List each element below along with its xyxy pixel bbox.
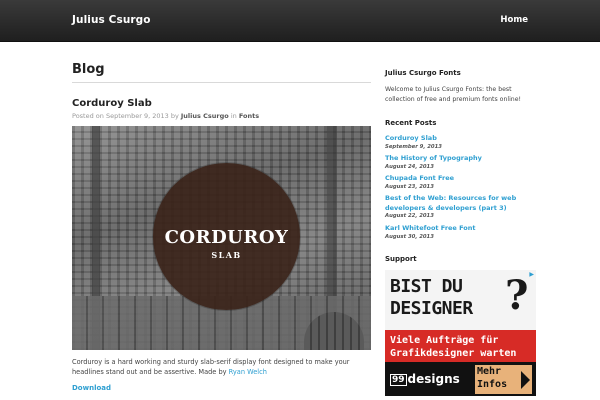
ad-more-text-2: Infos — [477, 379, 508, 390]
download-link[interactable]: Download — [72, 384, 111, 392]
ad-red-text-2: Grafikdesigner warten — [390, 348, 517, 359]
post-meta: Posted on September 9, 2013 by Julius Cs… — [72, 112, 259, 120]
recent-post-date: August 30, 2013 — [385, 234, 434, 240]
ad-question-mark: ? — [505, 272, 529, 319]
recent-posts-heading: Recent Posts — [385, 119, 437, 127]
ad-choices-icon[interactable]: ▶ — [529, 271, 534, 278]
ad-headline-2: DESIGNER — [390, 298, 473, 319]
support-heading: Support — [385, 255, 417, 263]
sidebar-about-heading: Julius Csurgo Fonts — [385, 69, 461, 77]
recent-post-link[interactable]: Chupada Font Free — [385, 174, 535, 184]
post-author-link[interactable]: Julius Csurgo — [181, 112, 229, 120]
image-subtitle-text: SLAB — [211, 250, 242, 260]
post-date[interactable]: September 9, 2013 — [106, 112, 169, 120]
ad-logo: 99 designs — [390, 372, 460, 386]
arrow-right-icon — [521, 371, 530, 389]
ad-logo-text: designs — [407, 372, 460, 386]
site-title[interactable]: Julius Csurgo — [72, 14, 151, 26]
excerpt-text: Corduroy is a hard working and sturdy sl… — [72, 358, 350, 376]
meta-prefix: Posted on — [72, 112, 106, 120]
meta-in: in — [228, 112, 239, 120]
recent-post-date: August 22, 2013 — [385, 213, 434, 219]
recent-post-link[interactable]: The History of Typography — [385, 154, 535, 164]
recent-post-date: September 9, 2013 — [385, 144, 442, 150]
post-title[interactable]: Corduroy Slab — [72, 98, 152, 109]
ad-red-text-1: Viele Aufträge für — [390, 335, 499, 346]
sidebar-about-text: Welcome to Julius Csurgo Fonts: the best… — [385, 86, 522, 103]
meta-by: by — [168, 112, 181, 120]
recent-post-link[interactable]: Best of the Web: Resources for web devel… — [385, 194, 535, 213]
support-ad-banner[interactable]: BIST DU DESIGNER ? ▶ Viele Aufträge für … — [385, 270, 536, 396]
site-header: Julius Csurgo Home — [0, 0, 600, 42]
post-excerpt: Corduroy is a hard working and sturdy sl… — [72, 357, 371, 377]
divider — [72, 82, 371, 83]
featured-image[interactable]: CORDUROY SLAB — [72, 126, 371, 350]
page-title: Blog — [72, 62, 105, 77]
post-category-link[interactable]: Fonts — [239, 112, 259, 120]
ad-headline-1: BIST DU — [390, 276, 463, 297]
recent-post-link[interactable]: Karl Whitefoot Free Font — [385, 224, 535, 234]
nav-home-link[interactable]: Home — [500, 15, 528, 25]
image-title-text: CORDUROY — [164, 227, 289, 248]
ad-logo-number: 99 — [390, 374, 407, 386]
recent-post-date: August 24, 2013 — [385, 164, 434, 170]
recent-post-date: August 23, 2013 — [385, 184, 434, 190]
ad-more-text-1: Mehr — [477, 366, 502, 377]
recent-post-link[interactable]: Corduroy Slab — [385, 134, 535, 144]
author-credit-link[interactable]: Ryan Welch — [229, 368, 267, 376]
